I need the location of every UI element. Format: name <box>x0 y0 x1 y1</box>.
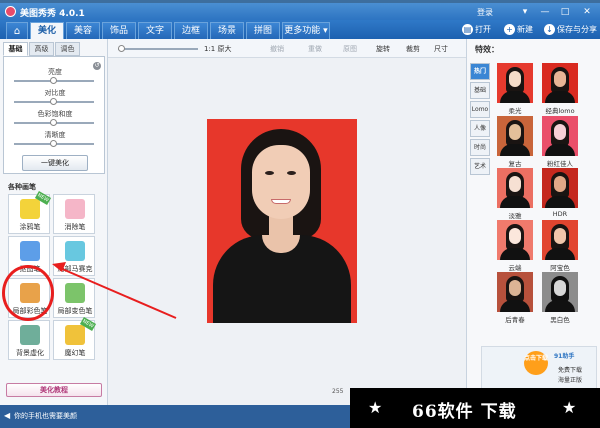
category-lomo[interactable]: Lomo <box>470 101 490 118</box>
effect-thumb-soft-light[interactable] <box>497 63 533 103</box>
effect-label: 经典lomo <box>545 107 575 115</box>
effect-label: HDR <box>552 210 568 218</box>
star-icon: ★ <box>562 398 577 417</box>
effect-label: 云端 <box>508 264 522 272</box>
effect-thumb-retro[interactable] <box>497 116 533 156</box>
effect-label: 后青春 <box>505 316 525 324</box>
effect-thumb-youth[interactable] <box>497 272 533 312</box>
watermark-text: 66软件 下载 <box>412 402 517 422</box>
download-ad[interactable]: 点击下载 91助手 免费下载 海量正版 <box>481 346 597 394</box>
effect-thumb-hdr[interactable] <box>542 168 578 208</box>
effect-label: 黑白色 <box>550 316 570 324</box>
ad-text: 免费下载 <box>558 367 583 374</box>
ad-download-button[interactable]: 点击下载 <box>524 351 548 375</box>
category-portrait[interactable]: 人像 <box>470 120 490 137</box>
effect-label: 复古 <box>508 160 522 168</box>
category-art[interactable]: 艺术 <box>470 158 490 175</box>
effect-label: 淡雅 <box>508 212 522 220</box>
category-basic[interactable]: 基础 <box>470 82 490 99</box>
effects-panel: 特效： 热门 基础 Lomo 人像 时尚 艺术 柔光 经典lomo 复古 粉红佳… <box>466 39 600 405</box>
effect-label: 粉红佳人 <box>547 160 573 168</box>
effect-thumb-abao[interactable] <box>542 220 578 260</box>
effect-thumb-elegant[interactable] <box>497 168 533 208</box>
effect-thumb-bw[interactable] <box>542 272 578 312</box>
speaker-icon: ◀ <box>4 411 11 420</box>
status-text[interactable]: 你的手机也需要美颜 <box>14 411 77 421</box>
category-hot[interactable]: 热门 <box>470 63 490 80</box>
effect-label: 阿宝色 <box>550 264 570 272</box>
effect-thumb-pink[interactable] <box>542 116 578 156</box>
effects-title: 特效： <box>475 45 499 54</box>
category-fashion[interactable]: 时尚 <box>470 139 490 156</box>
ad-brand: 91助手 <box>554 353 575 360</box>
star-icon: ★ <box>368 398 383 417</box>
watermark-banner: ★ 66软件 下载 ★ <box>350 388 600 428</box>
effect-thumb-lomo[interactable] <box>542 63 578 103</box>
effect-label: 柔光 <box>508 107 522 115</box>
ad-text: 海量正版 <box>558 377 583 384</box>
effect-thumb-cloud[interactable] <box>497 220 533 260</box>
status-bar: ◀ 你的手机也需要美颜 <box>0 405 350 428</box>
